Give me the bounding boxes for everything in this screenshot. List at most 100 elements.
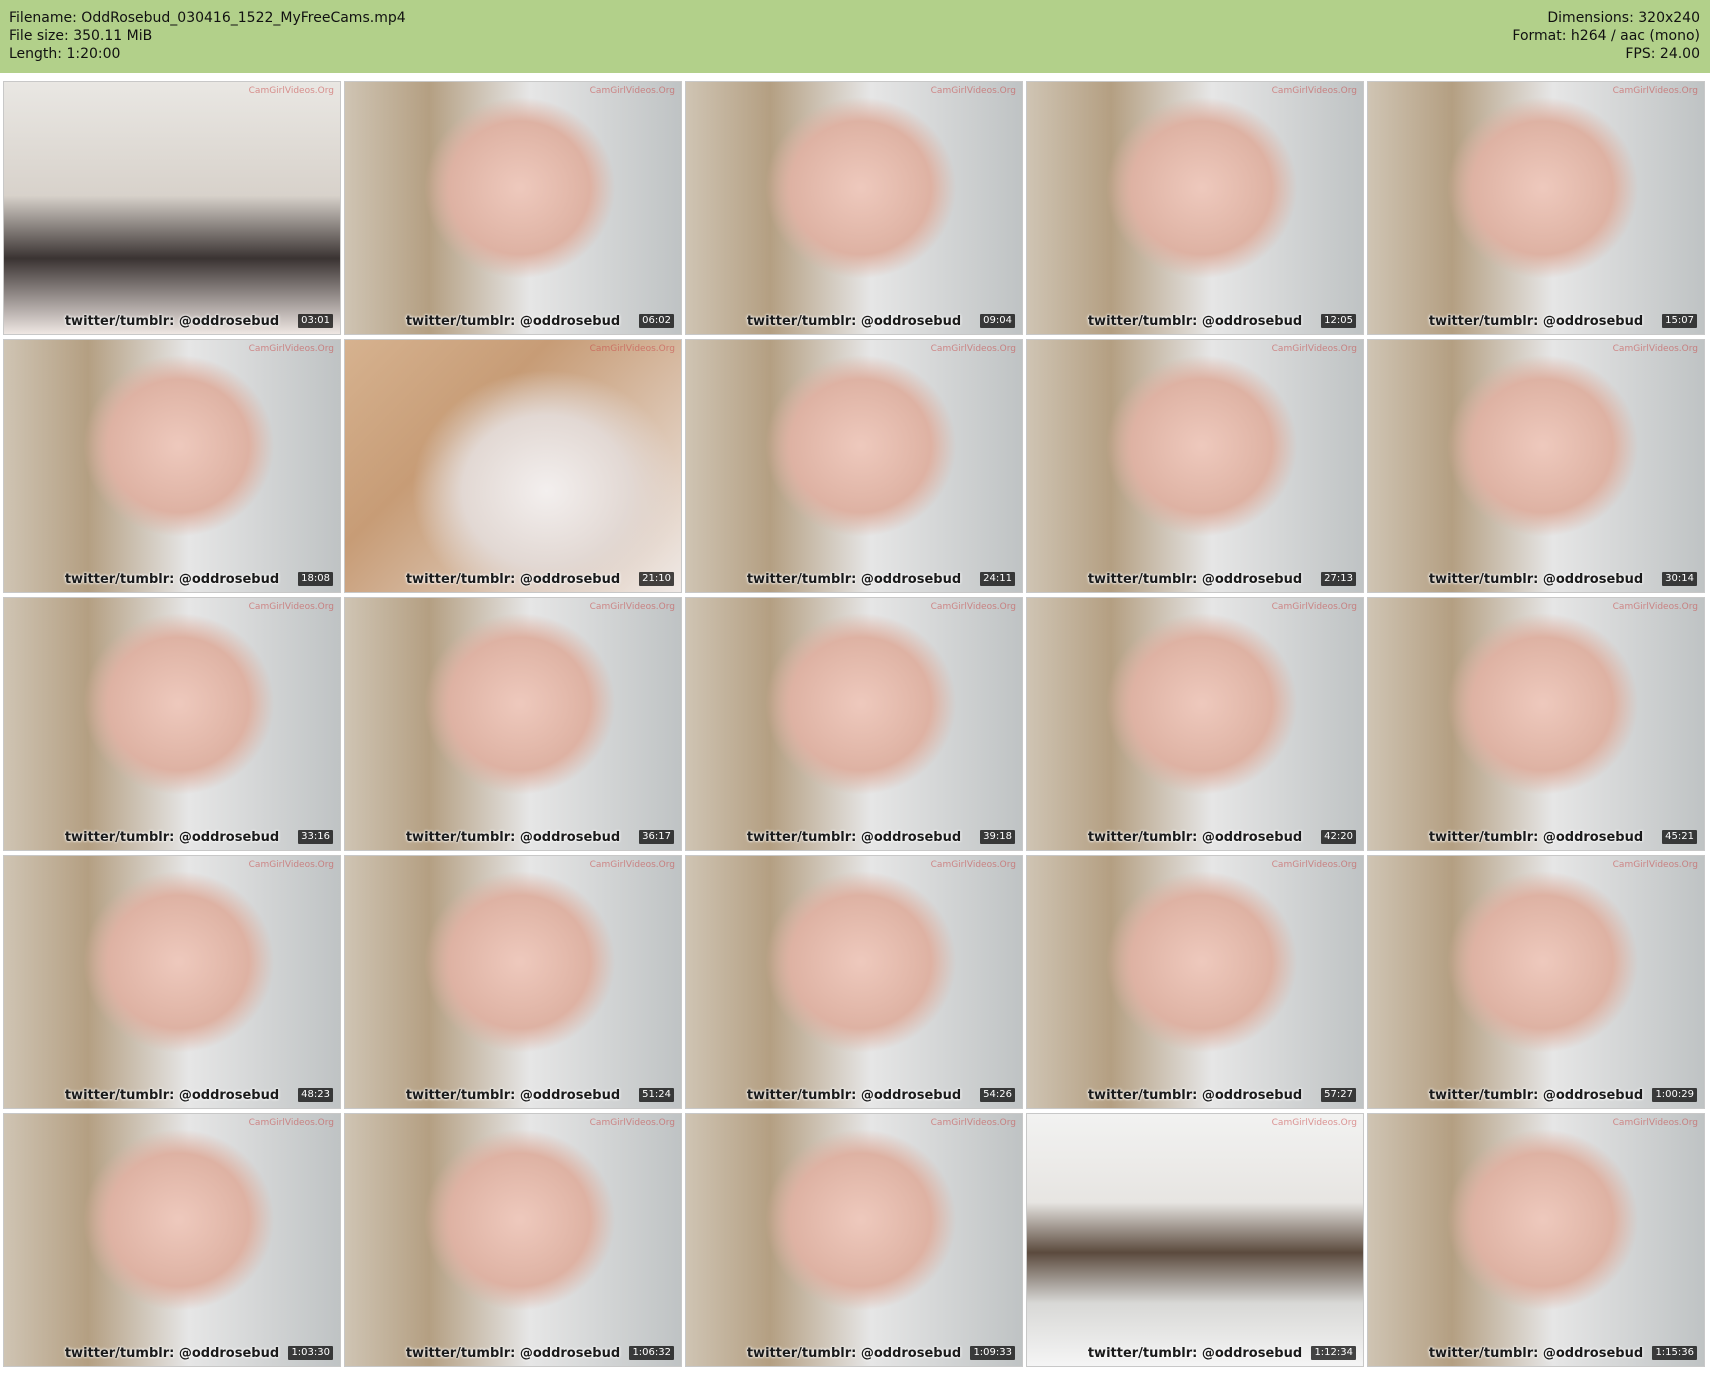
thumbnail-image bbox=[4, 82, 340, 334]
thumbnail-image bbox=[1027, 856, 1363, 1108]
timestamp-badge: 39:18 bbox=[980, 830, 1015, 844]
watermark-text: CamGirlVideos.Org bbox=[1612, 1118, 1698, 1128]
thumbnail-image bbox=[1027, 340, 1363, 592]
video-thumbnail: CamGirlVideos.Org twitter/tumblr: @oddros… bbox=[345, 856, 681, 1108]
video-thumbnail: CamGirlVideos.Org twitter/tumblr: @oddros… bbox=[4, 598, 340, 850]
video-thumbnail: CamGirlVideos.Org twitter/tumblr: @oddros… bbox=[4, 1114, 340, 1366]
watermark-text: CamGirlVideos.Org bbox=[1271, 86, 1357, 96]
thumbnail-image bbox=[1368, 82, 1704, 334]
watermark-text: CamGirlVideos.Org bbox=[930, 602, 1016, 612]
timestamp-badge: 33:16 bbox=[298, 830, 333, 844]
video-thumbnail: CamGirlVideos.Org twitter/tumblr: @oddros… bbox=[1027, 856, 1363, 1108]
length-text: Length: 1:20:00 bbox=[9, 46, 121, 62]
timestamp-badge: 12:05 bbox=[1321, 314, 1356, 328]
watermark-text: CamGirlVideos.Org bbox=[589, 860, 675, 870]
timestamp-badge: 1:12:34 bbox=[1311, 1346, 1356, 1360]
thumbnail-image bbox=[1368, 856, 1704, 1108]
thumbnail-caption: twitter/tumblr: @oddrosebud bbox=[746, 830, 962, 845]
thumbnail-caption: twitter/tumblr: @oddrosebud bbox=[746, 1088, 962, 1103]
timestamp-badge: 42:20 bbox=[1321, 830, 1356, 844]
video-thumbnail: CamGirlVideos.Org twitter/tumblr: @oddros… bbox=[1027, 598, 1363, 850]
thumbnail-image bbox=[345, 598, 681, 850]
timestamp-badge: 54:26 bbox=[980, 1088, 1015, 1102]
video-thumbnail: CamGirlVideos.Org twitter/tumblr: @oddros… bbox=[1027, 340, 1363, 592]
timestamp-badge: 36:17 bbox=[639, 830, 674, 844]
video-thumbnail: CamGirlVideos.Org twitter/tumblr: @oddros… bbox=[345, 340, 681, 592]
format-text: Format: h264 / aac (mono) bbox=[1512, 28, 1700, 44]
timestamp-badge: 03:01 bbox=[298, 314, 333, 328]
timestamp-badge: 27:13 bbox=[1321, 572, 1356, 586]
timestamp-badge: 1:06:32 bbox=[629, 1346, 674, 1360]
thumbnail-caption: twitter/tumblr: @oddrosebud bbox=[1087, 314, 1303, 329]
video-thumbnail: CamGirlVideos.Org twitter/tumblr: @oddros… bbox=[1368, 82, 1704, 334]
thumbnail-image bbox=[1027, 1114, 1363, 1366]
thumbnail-caption: twitter/tumblr: @oddrosebud bbox=[405, 572, 621, 587]
timestamp-badge: 1:03:30 bbox=[288, 1346, 333, 1360]
thumbnail-caption: twitter/tumblr: @oddrosebud bbox=[405, 314, 621, 329]
watermark-text: CamGirlVideos.Org bbox=[930, 1118, 1016, 1128]
fps-text: FPS: 24.00 bbox=[1625, 46, 1700, 62]
video-thumbnail: CamGirlVideos.Org twitter/tumblr: @oddros… bbox=[345, 1114, 681, 1366]
thumbnail-image bbox=[345, 82, 681, 334]
thumbnail-image bbox=[4, 1114, 340, 1366]
watermark-text: CamGirlVideos.Org bbox=[1271, 602, 1357, 612]
video-thumbnail: CamGirlVideos.Org twitter/tumblr: @oddros… bbox=[1027, 82, 1363, 334]
watermark-text: CamGirlVideos.Org bbox=[1612, 344, 1698, 354]
thumbnail-image bbox=[686, 82, 1022, 334]
video-thumbnail: CamGirlVideos.Org twitter/tumblr: @oddros… bbox=[345, 598, 681, 850]
timestamp-badge: 24:11 bbox=[980, 572, 1015, 586]
thumbnail-image bbox=[1027, 82, 1363, 334]
watermark-text: CamGirlVideos.Org bbox=[248, 86, 334, 96]
thumbnail-caption: twitter/tumblr: @oddrosebud bbox=[64, 830, 280, 845]
video-thumbnail: CamGirlVideos.Org twitter/tumblr: @oddros… bbox=[686, 1114, 1022, 1366]
timestamp-badge: 45:21 bbox=[1662, 830, 1697, 844]
file-info-right: Dimensions: 320x240 Format: h264 / aac (… bbox=[1512, 9, 1700, 63]
watermark-text: CamGirlVideos.Org bbox=[248, 602, 334, 612]
thumbnail-caption: twitter/tumblr: @oddrosebud bbox=[746, 572, 962, 587]
thumbnail-image bbox=[4, 340, 340, 592]
watermark-text: CamGirlVideos.Org bbox=[930, 86, 1016, 96]
watermark-text: CamGirlVideos.Org bbox=[589, 602, 675, 612]
dimensions-text: Dimensions: 320x240 bbox=[1547, 10, 1700, 26]
thumbnail-caption: twitter/tumblr: @oddrosebud bbox=[64, 572, 280, 587]
video-thumbnail: CamGirlVideos.Org twitter/tumblr: @oddros… bbox=[1368, 1114, 1704, 1366]
watermark-text: CamGirlVideos.Org bbox=[1271, 1118, 1357, 1128]
timestamp-badge: 21:10 bbox=[639, 572, 674, 586]
watermark-text: CamGirlVideos.Org bbox=[1271, 344, 1357, 354]
thumbnail-image bbox=[1368, 340, 1704, 592]
thumbnail-image bbox=[686, 856, 1022, 1108]
thumbnail-caption: twitter/tumblr: @oddrosebud bbox=[1087, 1088, 1303, 1103]
timestamp-badge: 1:09:33 bbox=[970, 1346, 1015, 1360]
thumbnail-image bbox=[686, 340, 1022, 592]
timestamp-badge: 18:08 bbox=[298, 572, 333, 586]
watermark-text: CamGirlVideos.Org bbox=[589, 1118, 675, 1128]
video-thumbnail: CamGirlVideos.Org twitter/tumblr: @oddros… bbox=[345, 82, 681, 334]
timestamp-badge: 1:15:36 bbox=[1652, 1346, 1697, 1360]
thumbnail-caption: twitter/tumblr: @oddrosebud bbox=[405, 830, 621, 845]
video-thumbnail: CamGirlVideos.Org twitter/tumblr: @oddros… bbox=[1027, 1114, 1363, 1366]
thumbnail-image bbox=[686, 1114, 1022, 1366]
thumbnail-image bbox=[1368, 598, 1704, 850]
video-thumbnail: CamGirlVideos.Org twitter/tumblr: @oddros… bbox=[686, 598, 1022, 850]
filesize-text: File size: 350.11 MiB bbox=[9, 28, 153, 44]
watermark-text: CamGirlVideos.Org bbox=[248, 1118, 334, 1128]
thumbnail-caption: twitter/tumblr: @oddrosebud bbox=[1428, 572, 1644, 587]
video-thumbnail: CamGirlVideos.Org twitter/tumblr: @oddros… bbox=[1368, 340, 1704, 592]
watermark-text: CamGirlVideos.Org bbox=[1612, 602, 1698, 612]
timestamp-badge: 09:04 bbox=[980, 314, 1015, 328]
file-info-left: Filename: OddRosebud_030416_1522_MyFreeC… bbox=[9, 9, 406, 63]
video-thumbnail: CamGirlVideos.Org twitter/tumblr: @oddros… bbox=[1368, 856, 1704, 1108]
watermark-text: CamGirlVideos.Org bbox=[1612, 86, 1698, 96]
video-thumbnail: CamGirlVideos.Org twitter/tumblr: @oddros… bbox=[686, 856, 1022, 1108]
filename-text: Filename: OddRosebud_030416_1522_MyFreeC… bbox=[9, 10, 406, 26]
thumbnail-image bbox=[1027, 598, 1363, 850]
timestamp-badge: 30:14 bbox=[1662, 572, 1697, 586]
timestamp-badge: 48:23 bbox=[298, 1088, 333, 1102]
file-info-header: Filename: OddRosebud_030416_1522_MyFreeC… bbox=[0, 0, 1710, 73]
watermark-text: CamGirlVideos.Org bbox=[589, 86, 675, 96]
video-thumbnail: CamGirlVideos.Org twitter/tumblr: @oddros… bbox=[686, 82, 1022, 334]
thumbnail-image bbox=[345, 1114, 681, 1366]
thumbnail-image bbox=[4, 856, 340, 1108]
video-thumbnail: CamGirlVideos.Org twitter/tumblr: @oddros… bbox=[686, 340, 1022, 592]
watermark-text: CamGirlVideos.Org bbox=[248, 860, 334, 870]
